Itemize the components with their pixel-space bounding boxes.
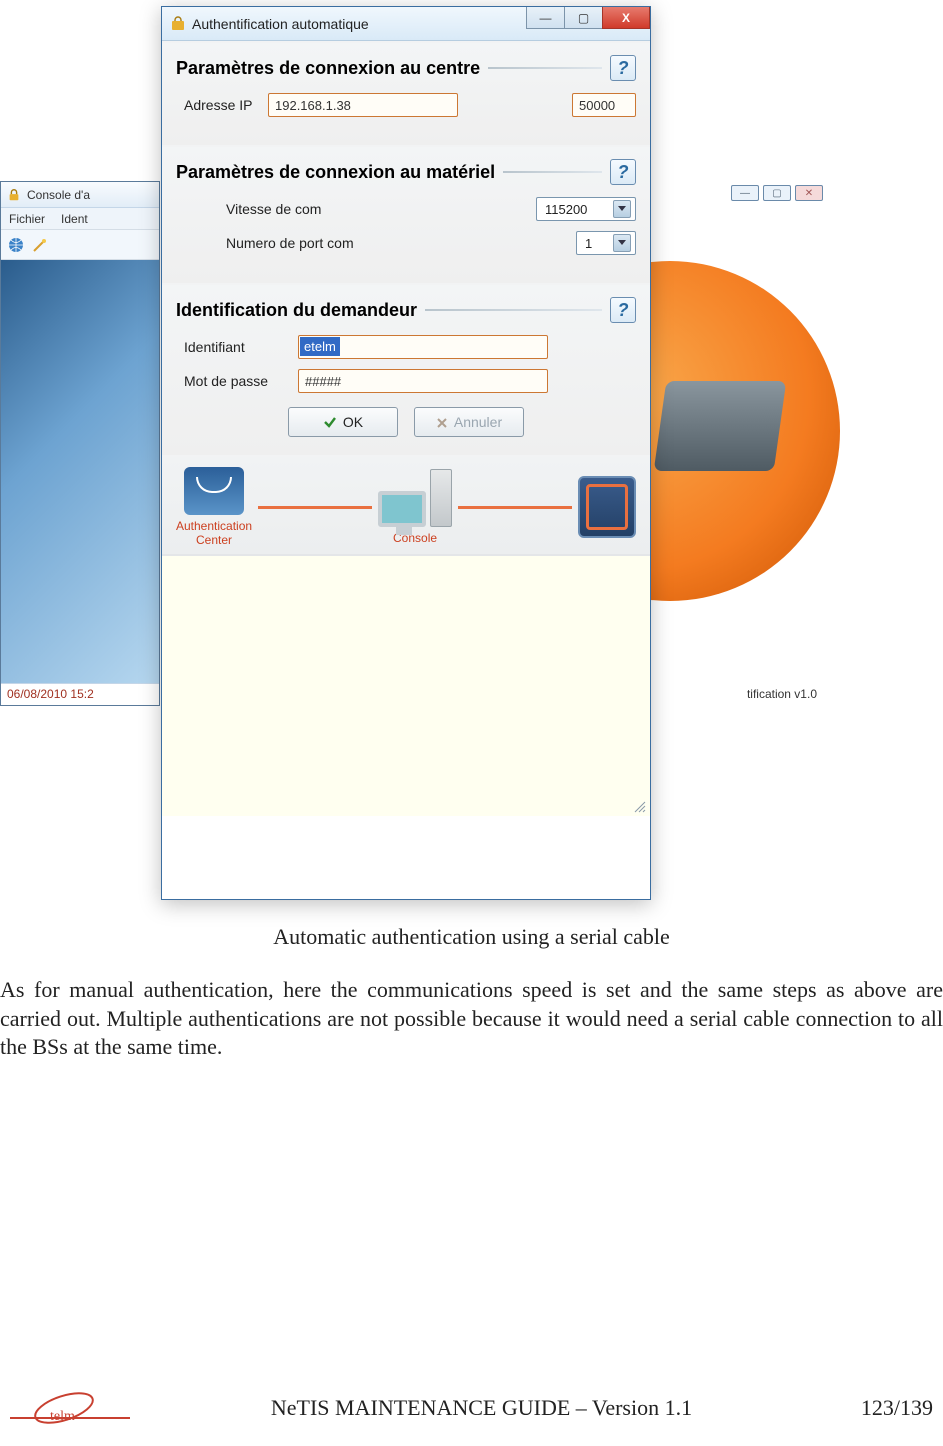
checkmark-icon xyxy=(323,415,337,429)
app-icon xyxy=(170,16,186,32)
section-diagram: Authentication Center Console xyxy=(162,455,650,554)
menu-item-ident[interactable]: Ident xyxy=(53,212,96,226)
console-statusbar-left: 06/08/2010 15:2 xyxy=(1,683,159,705)
figure-caption: Automatic authentication using a serial … xyxy=(0,924,943,950)
input-port[interactable] xyxy=(572,93,636,117)
help-button-identification[interactable]: ? xyxy=(610,297,636,323)
section-connexion-materiel: Paramètres de connexion au matériel ? Vi… xyxy=(162,145,650,283)
cancel-button[interactable]: Annuler xyxy=(414,407,524,437)
label-port-com: Numero de port com xyxy=(176,235,566,251)
divider xyxy=(425,309,602,311)
diagram-connector-2 xyxy=(458,506,572,509)
dropdown-port-com[interactable]: 1 xyxy=(576,231,636,255)
help-button-materiel[interactable]: ? xyxy=(610,159,636,185)
diagram-node-device xyxy=(578,476,636,538)
dialog-title-text: Authentification automatique xyxy=(192,16,369,32)
console-close-button[interactable]: ✕ xyxy=(795,185,823,201)
dialog-window-controls: — ▢ X xyxy=(526,7,650,29)
dropdown-port-value: 1 xyxy=(585,236,592,251)
background-graphic-device xyxy=(654,381,787,471)
divider xyxy=(503,171,602,173)
console-toolbar xyxy=(1,230,159,260)
section-heading-identification: Identification du demandeur xyxy=(176,300,417,321)
lock-icon xyxy=(7,188,21,202)
input-adresse-ip[interactable] xyxy=(268,93,458,117)
diagram-label-auth-2: Center xyxy=(196,533,232,547)
wand-icon[interactable] xyxy=(31,236,49,254)
input-identifiant[interactable]: etelm xyxy=(298,335,548,359)
chevron-down-icon xyxy=(613,200,631,218)
dialog-close-button[interactable]: X xyxy=(602,7,650,29)
label-mot-de-passe: Mot de passe xyxy=(176,373,288,389)
monitor-icon xyxy=(378,491,426,527)
diagram-connector-1 xyxy=(258,506,372,509)
dropdown-vitesse-com[interactable]: 115200 xyxy=(536,197,636,221)
ok-button-label: OK xyxy=(343,414,363,430)
console-body-image xyxy=(1,260,159,683)
console-title-text: Console d'a xyxy=(27,188,90,202)
label-vitesse-com: Vitesse de com xyxy=(176,201,526,217)
body-paragraph: As for manual authentication, here the c… xyxy=(0,976,943,1062)
chevron-down-icon xyxy=(613,234,631,252)
menu-item-fichier[interactable]: Fichier xyxy=(1,212,53,226)
console-icon xyxy=(378,469,452,527)
globe-icon[interactable] xyxy=(7,236,25,254)
background-console-right: — ▢ ✕ tification v1.0 xyxy=(650,181,943,706)
console-statusbar-right: tification v1.0 xyxy=(741,684,823,706)
x-icon xyxy=(436,416,448,428)
diagram-label-auth-1: Authentication xyxy=(176,519,252,533)
background-console-window: Console d'a Fichier Ident 06/08/2010 15:… xyxy=(0,181,160,706)
console-titlebar: Console d'a xyxy=(1,182,159,208)
console-minimize-button[interactable]: — xyxy=(731,185,759,201)
footer-title: NeTIS MAINTENANCE GUIDE – Version 1.1 xyxy=(140,1395,823,1421)
diagram-node-auth-center: Authentication Center xyxy=(176,467,252,548)
section-heading-materiel: Paramètres de connexion au matériel xyxy=(176,162,495,183)
page-footer: telm NeTIS MAINTENANCE GUIDE – Version 1… xyxy=(0,1390,943,1426)
input-identifiant-value: etelm xyxy=(300,337,340,356)
section-heading-centre: Paramètres de connexion au centre xyxy=(176,58,480,79)
input-mot-de-passe[interactable] xyxy=(298,369,548,393)
device-icon xyxy=(578,476,636,538)
resize-grip-icon[interactable] xyxy=(634,800,646,812)
label-adresse-ip: Adresse IP xyxy=(176,97,258,113)
dialog-titlebar: Authentification automatique — ▢ X xyxy=(162,7,650,41)
authentication-dialog: Authentification automatique — ▢ X Param… xyxy=(161,6,651,900)
console-maximize-button[interactable]: ▢ xyxy=(763,185,791,201)
footer-page-number: 123/139 xyxy=(823,1395,943,1421)
dropdown-vitesse-value: 115200 xyxy=(545,202,587,217)
footer-logo: telm xyxy=(0,1390,140,1426)
dialog-minimize-button[interactable]: — xyxy=(526,7,564,29)
diagram-node-console: Console xyxy=(378,469,452,545)
tower-icon xyxy=(430,469,452,527)
svg-text:telm: telm xyxy=(50,1409,75,1424)
ok-button[interactable]: OK xyxy=(288,407,398,437)
auth-center-icon xyxy=(184,467,244,515)
section-connexion-centre: Paramètres de connexion au centre ? Adre… xyxy=(162,41,650,145)
dialog-maximize-button[interactable]: ▢ xyxy=(564,7,602,29)
console-window-controls: — ▢ ✕ xyxy=(731,185,823,201)
section-identification: Identification du demandeur ? Identifian… xyxy=(162,283,650,455)
dialog-output-area xyxy=(162,554,650,816)
label-identifiant: Identifiant xyxy=(176,339,288,355)
console-menubar[interactable]: Fichier Ident xyxy=(1,208,159,230)
cancel-button-label: Annuler xyxy=(454,414,502,430)
divider xyxy=(488,67,602,69)
help-button-centre[interactable]: ? xyxy=(610,55,636,81)
